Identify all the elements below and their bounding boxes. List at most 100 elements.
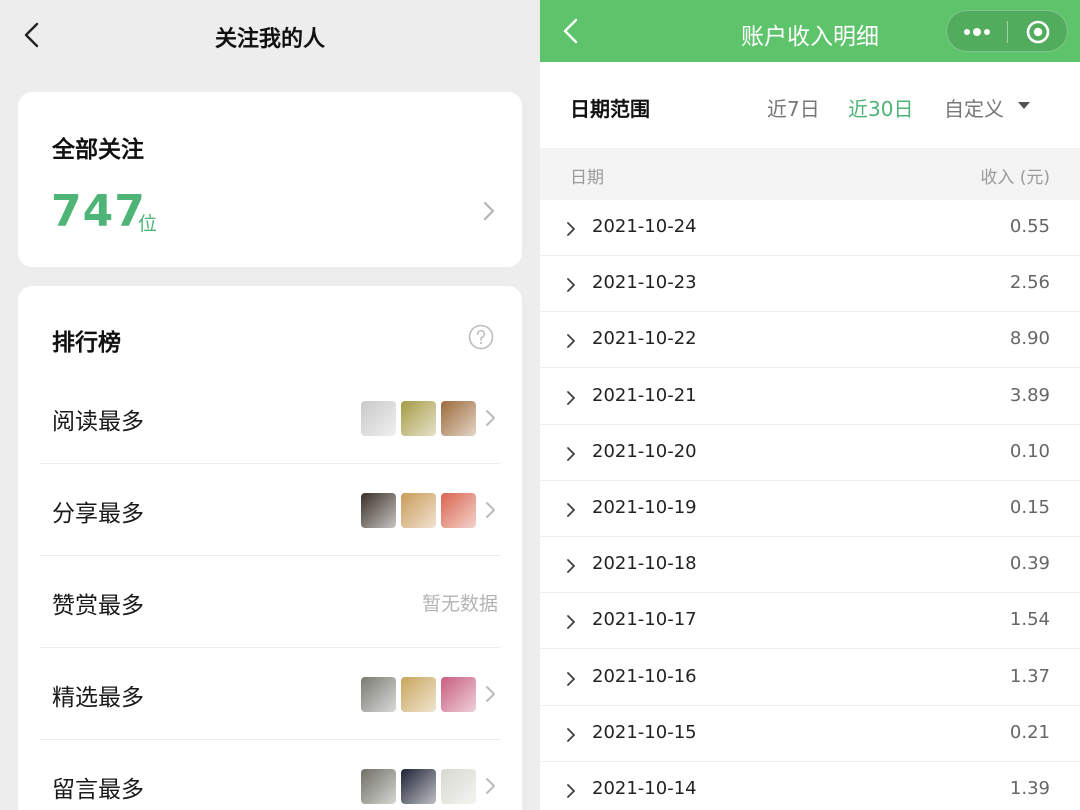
income-row[interactable]: 2021-10-20 0.10 xyxy=(540,424,1080,481)
avatar xyxy=(401,768,436,804)
ranking-row[interactable]: 留言最多 xyxy=(40,740,500,810)
expand-chevron-icon[interactable] xyxy=(565,333,576,349)
income-row-amount: 8.90 xyxy=(1009,328,1050,350)
expand-chevron-icon[interactable] xyxy=(565,783,576,799)
total-followers-unit: 位 xyxy=(138,213,158,235)
avatar xyxy=(401,676,436,712)
avatar-group xyxy=(361,492,476,528)
column-header-income: 收入 (元) xyxy=(980,168,1050,188)
close-target-icon[interactable] xyxy=(1008,11,1068,53)
income-row[interactable]: 2021-10-14 1.39 xyxy=(540,762,1080,810)
ranking-row-label: 赞赏最多 xyxy=(52,593,144,619)
income-row-date: 2021-10-21 xyxy=(592,384,697,406)
avatar xyxy=(361,492,396,528)
column-header-date: 日期 xyxy=(570,168,604,188)
income-row-amount: 0.39 xyxy=(1009,553,1050,575)
income-row-amount: 0.15 xyxy=(1009,497,1050,518)
income-row[interactable]: 2021-10-22 8.90 xyxy=(540,312,1080,369)
income-row[interactable]: 2021-10-18 0.39 xyxy=(540,537,1080,594)
income-table-header: 日期 收入 (元) xyxy=(540,148,1080,200)
expand-chevron-icon[interactable] xyxy=(565,446,576,462)
income-row-date: 2021-10-23 xyxy=(592,272,697,294)
miniprogram-capsule xyxy=(946,10,1068,52)
filter-option-custom[interactable]: 自定义 xyxy=(944,93,1004,122)
chevron-right-icon xyxy=(486,502,495,518)
expand-chevron-icon[interactable] xyxy=(565,277,576,293)
ranking-row[interactable]: 阅读最多 xyxy=(40,372,500,464)
income-row-date: 2021-10-17 xyxy=(592,609,697,631)
income-row-date: 2021-10-14 xyxy=(592,778,697,799)
total-followers-title: 全部关注 xyxy=(52,137,144,163)
expand-chevron-icon[interactable] xyxy=(565,390,576,406)
income-row-amount: 1.39 xyxy=(1009,778,1050,799)
more-dots-icon[interactable] xyxy=(947,11,1007,53)
income-row-date: 2021-10-20 xyxy=(592,440,697,462)
total-followers-card[interactable]: 全部关注 747 位 xyxy=(18,92,522,267)
help-icon[interactable] xyxy=(468,324,494,350)
avatar xyxy=(441,492,476,528)
income-row[interactable]: 2021-10-17 1.54 xyxy=(540,593,1080,650)
expand-chevron-icon[interactable] xyxy=(565,614,576,630)
income-row-amount: 0.21 xyxy=(1009,721,1050,743)
avatar xyxy=(401,400,436,436)
expand-chevron-icon[interactable] xyxy=(565,558,576,574)
no-data-text: 暂无数据 xyxy=(421,592,498,615)
income-row-date: 2021-10-15 xyxy=(592,721,697,743)
income-row[interactable]: 2021-10-21 3.89 xyxy=(540,368,1080,425)
income-row-date: 2021-10-19 xyxy=(592,497,697,518)
date-range-label: 日期范围 xyxy=(570,97,650,121)
income-row-amount: 3.89 xyxy=(1009,384,1050,406)
income-panel: 账户收入明细 日期范围 近7日 近30日 自定义 日期 收入 (元) 2021-… xyxy=(540,0,1080,810)
avatar xyxy=(361,400,396,436)
followers-panel: 关注我的人 全部关注 747 位 排行榜 阅读最多分享最多赞赏最多 暂无数据精选最… xyxy=(0,0,540,810)
income-row[interactable]: 2021-10-24 0.55 xyxy=(540,200,1080,256)
income-nav-bar: 账户收入明细 xyxy=(540,0,1080,62)
income-row-amount: 1.54 xyxy=(1009,609,1050,631)
avatar-group xyxy=(361,768,476,804)
income-row-amount: 1.37 xyxy=(1009,665,1050,687)
income-row[interactable]: 2021-10-23 2.56 xyxy=(540,256,1080,313)
avatar xyxy=(361,676,396,712)
ranking-card: 排行榜 阅读最多分享最多赞赏最多 暂无数据精选最多留言最多 xyxy=(18,286,522,810)
expand-chevron-icon[interactable] xyxy=(565,671,576,687)
expand-chevron-icon[interactable] xyxy=(565,502,576,518)
avatar xyxy=(441,400,476,436)
ranking-row-right xyxy=(361,740,500,810)
income-row-amount: 0.55 xyxy=(1009,216,1050,237)
chevron-right-icon xyxy=(486,778,495,794)
ranking-row-right xyxy=(361,648,500,740)
income-row-date: 2021-10-16 xyxy=(592,665,697,687)
ranking-row[interactable]: 精选最多 xyxy=(40,648,500,740)
dropdown-caret-icon[interactable] xyxy=(1018,102,1030,110)
chevron-right-icon xyxy=(486,686,495,702)
expand-chevron-icon[interactable] xyxy=(565,221,576,237)
chevron-right-icon xyxy=(483,201,495,221)
ranking-row-label: 阅读最多 xyxy=(52,409,144,435)
avatar-group xyxy=(361,400,476,436)
avatar xyxy=(401,492,436,528)
ranking-row-right: 暂无数据 xyxy=(422,556,500,648)
filter-option-7days[interactable]: 近7日 xyxy=(767,93,820,122)
expand-chevron-icon[interactable] xyxy=(565,727,576,743)
total-followers-count: 747 xyxy=(51,186,146,237)
ranking-row-label: 精选最多 xyxy=(52,685,144,711)
income-row-amount: 2.56 xyxy=(1009,272,1050,294)
avatar-group xyxy=(361,676,476,712)
income-row[interactable]: 2021-10-19 0.15 xyxy=(540,481,1080,537)
date-range-filter: 日期范围 近7日 近30日 自定义 xyxy=(540,62,1080,148)
ranking-row-label: 留言最多 xyxy=(52,777,144,803)
income-row[interactable]: 2021-10-16 1.37 xyxy=(540,649,1080,706)
income-row-date: 2021-10-18 xyxy=(592,553,697,575)
page-title: 关注我的人 xyxy=(214,27,325,52)
income-row-date: 2021-10-22 xyxy=(592,328,697,350)
income-row-amount: 0.10 xyxy=(1009,440,1050,462)
income-row-date: 2021-10-24 xyxy=(592,216,697,237)
avatar xyxy=(441,768,476,804)
ranking-row[interactable]: 赞赏最多 暂无数据 xyxy=(40,556,500,648)
ranking-row[interactable]: 分享最多 xyxy=(40,464,500,556)
income-row[interactable]: 2021-10-15 0.21 xyxy=(540,705,1080,762)
followers-nav-bar: 关注我的人 xyxy=(0,0,540,72)
filter-option-30days[interactable]: 近30日 xyxy=(848,93,913,122)
avatar xyxy=(361,768,396,804)
ranking-title: 排行榜 xyxy=(52,330,121,356)
